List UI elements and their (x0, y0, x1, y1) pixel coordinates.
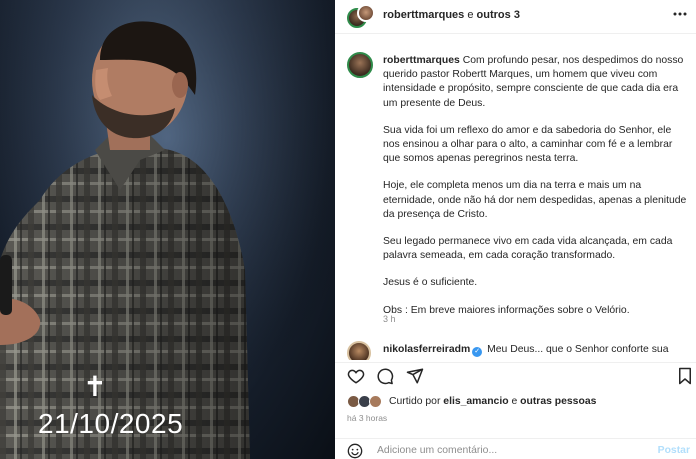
post-timestamp: há 3 horas (347, 413, 388, 423)
comment-text: nikolasferreiradm ✓ Meu Deus... que o Sen… (383, 344, 668, 357)
header-username-link[interactable]: roberttmarques (383, 9, 464, 21)
comment-avatar[interactable] (347, 341, 371, 360)
header-authors: roberttmarques e outros 3 (383, 9, 520, 21)
comment-body: Meu Deus... que o Senhor conforte sua (487, 344, 669, 355)
post-photo[interactable]: ✝ 21/10/2025 (0, 0, 335, 459)
caption-timestamp: 3 h (383, 314, 396, 324)
caption-avatar[interactable] (347, 52, 373, 78)
liked-by-text: Curtido por elis_amancio e outras pessoa… (389, 396, 596, 407)
liked-by-middle: e (511, 396, 518, 407)
liked-by-user-link[interactable]: elis_amancio (443, 396, 508, 407)
caption-paragraph: Jesus é o suficiente. (383, 277, 478, 289)
avatar (357, 4, 375, 22)
share-icon[interactable] (406, 367, 424, 390)
photo-date: 21/10/2025 (38, 408, 184, 439)
heart-icon[interactable] (347, 367, 365, 390)
verified-badge-icon: ✓ (472, 347, 483, 357)
comment-icon[interactable] (376, 367, 394, 390)
comment-username-link[interactable]: nikolasferreiradm (383, 344, 470, 355)
header-separator: e (467, 9, 474, 21)
caption-section: roberttmarques Com profundo pesar, nos d… (335, 34, 696, 334)
caption-paragraph: Hoje, ele completa menos um dia na terra… (383, 180, 687, 220)
bookmark-icon[interactable] (677, 367, 693, 390)
liked-by-prefix: Curtido por (389, 396, 441, 407)
man-portrait-illustration (0, 0, 335, 459)
caption-paragraph: Seu legado permanece vivo em cada vida a… (383, 236, 673, 262)
likes-row: Curtido por elis_amancio e outras pessoa… (347, 394, 687, 410)
caption-username-link[interactable]: roberttmarques (383, 55, 460, 66)
avatar (369, 395, 382, 408)
collab-avatars[interactable] (347, 4, 375, 30)
header-others-link[interactable]: outros 3 (477, 9, 520, 21)
liked-by-others-link[interactable]: outras pessoas (520, 396, 596, 407)
add-comment-bar: Postar (335, 438, 696, 459)
more-horizontal-icon[interactable] (672, 6, 688, 27)
caption-text: roberttmarques Com profundo pesar, nos d… (383, 54, 688, 331)
caption-paragraph: Obs : Em breve maiores informações sobre… (383, 304, 630, 316)
post-header: roberttmarques e outros 3 (335, 0, 696, 34)
comment-input[interactable] (377, 445, 627, 456)
post-comment-button[interactable]: Postar (658, 445, 690, 456)
caption-paragraph: Sua vida foi um reflexo do amor e da sab… (383, 124, 673, 165)
cross-symbol: ✝ (83, 370, 107, 403)
comment-row: nikolasferreiradm ✓ Meu Deus... que o Sen… (335, 338, 696, 360)
post-side-panel: roberttmarques e outros 3 roberttmarques… (335, 0, 696, 459)
emoji-icon[interactable] (347, 443, 363, 459)
action-bar (335, 362, 696, 388)
